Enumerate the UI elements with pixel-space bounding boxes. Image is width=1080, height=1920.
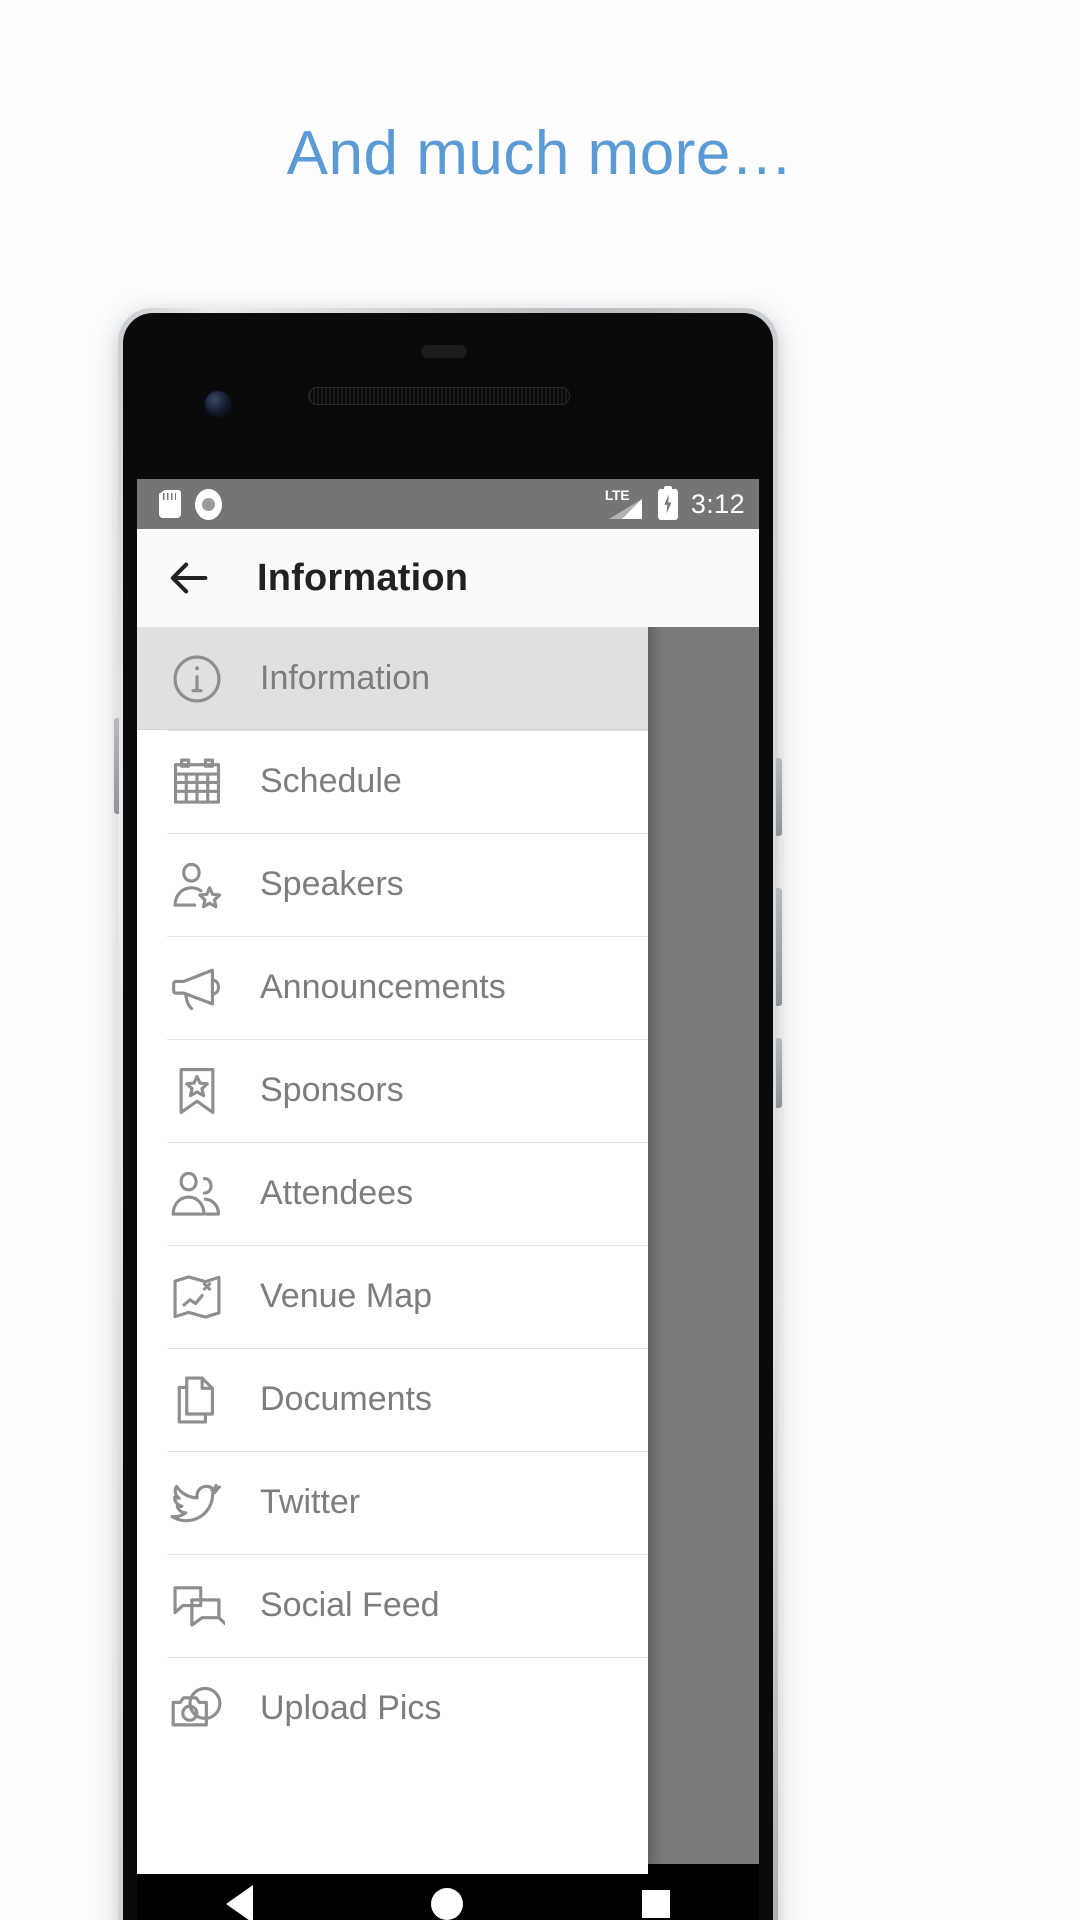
- nav-back-icon[interactable]: [226, 1884, 254, 1920]
- drawer-item-information[interactable]: Information: [137, 627, 648, 730]
- drawer-item-attendees[interactable]: Attendees: [137, 1142, 648, 1245]
- twitter-bird-icon: [167, 1473, 227, 1533]
- nav-home-icon[interactable]: [431, 1887, 464, 1920]
- drawer-item-venue-map[interactable]: Venue Map: [137, 1245, 648, 1348]
- screenshot-root: And much more… LTE 3:12 Information Info…: [0, 0, 1080, 1920]
- signal-icon: LTE: [605, 487, 645, 519]
- info-circle-icon: [167, 649, 227, 709]
- navigation-drawer-list[interactable]: Information Schedule Speakers Announcements…: [137, 627, 648, 1760]
- drawer-item-announcements[interactable]: Announcements: [137, 936, 648, 1039]
- nav-recents-icon[interactable]: [641, 1889, 670, 1918]
- drawer-item-label: Attendees: [260, 1174, 414, 1212]
- status-bar-right-icons: LTE 3:12: [605, 485, 745, 520]
- navigation-drawer: Information Schedule Speakers Announcements…: [137, 627, 648, 1874]
- status-bar-left-icons: [159, 488, 222, 520]
- page-title: Information: [257, 556, 469, 599]
- volume-up-button[interactable]: [776, 888, 782, 1006]
- back-arrow-icon[interactable]: [167, 555, 213, 601]
- drawer-item-label: Documents: [260, 1380, 432, 1418]
- drawer-item-label: Announcements: [260, 968, 506, 1006]
- drawer-item-speakers[interactable]: Speakers: [137, 833, 648, 936]
- drawer-item-label: Schedule: [260, 762, 402, 800]
- documents-icon: [167, 1370, 227, 1430]
- chat-bubbles-icon: [167, 1576, 227, 1636]
- phone-device-frame: LTE 3:12 Information Information Schedul…: [114, 308, 782, 1920]
- drawer-item-label: Information: [260, 659, 431, 697]
- person-star-icon: [167, 855, 227, 915]
- drawer-item-sponsors[interactable]: Sponsors: [137, 1039, 648, 1142]
- volume-down-button[interactable]: [776, 1038, 782, 1108]
- signal-bars: [608, 499, 642, 519]
- drawer-item-label: Upload Pics: [260, 1689, 442, 1727]
- phone-screen: LTE 3:12 Information Information Schedul…: [137, 479, 759, 1874]
- megaphone-icon: [167, 958, 227, 1018]
- drawer-item-upload-pics[interactable]: Upload Pics: [137, 1657, 648, 1760]
- drawer-item-label: Venue Map: [260, 1277, 433, 1315]
- drawer-item-schedule[interactable]: Schedule: [137, 730, 648, 833]
- front-camera-icon: [205, 391, 231, 417]
- screen-body: Annual rs ce ork, NY om e you. d join d …: [137, 627, 759, 1874]
- map-icon: [167, 1267, 227, 1327]
- drawer-item-label: Social Feed: [260, 1586, 440, 1624]
- volume-side-key[interactable]: [114, 718, 119, 814]
- power-button[interactable]: [776, 758, 782, 836]
- drawer-item-twitter[interactable]: Twitter: [137, 1451, 648, 1554]
- earpiece-notch: [421, 345, 467, 358]
- calendar-icon: [167, 752, 227, 812]
- drawer-item-label: Speakers: [260, 865, 404, 903]
- drawer-item-documents[interactable]: Documents: [137, 1348, 648, 1451]
- drawer-item-label: Sponsors: [260, 1071, 404, 1109]
- status-bar-clock: 3:12: [690, 488, 745, 519]
- page-headline: And much more…: [286, 119, 794, 188]
- drawer-item-social-feed[interactable]: Social Feed: [137, 1554, 648, 1657]
- phone-bezel: LTE 3:12 Information Information Schedul…: [123, 313, 773, 1920]
- drawer-item-label: Twitter: [260, 1483, 361, 1521]
- app-bar: Information: [137, 529, 759, 627]
- people-icon: [167, 1164, 227, 1224]
- camera-icon: [167, 1679, 227, 1739]
- status-bar: LTE 3:12: [137, 479, 759, 529]
- battery-charging-icon: [657, 485, 678, 520]
- record-icon: [195, 488, 222, 520]
- bookmark-star-icon: [167, 1061, 227, 1121]
- sim-card-icon: [159, 490, 181, 518]
- earpiece-speaker: [308, 387, 570, 405]
